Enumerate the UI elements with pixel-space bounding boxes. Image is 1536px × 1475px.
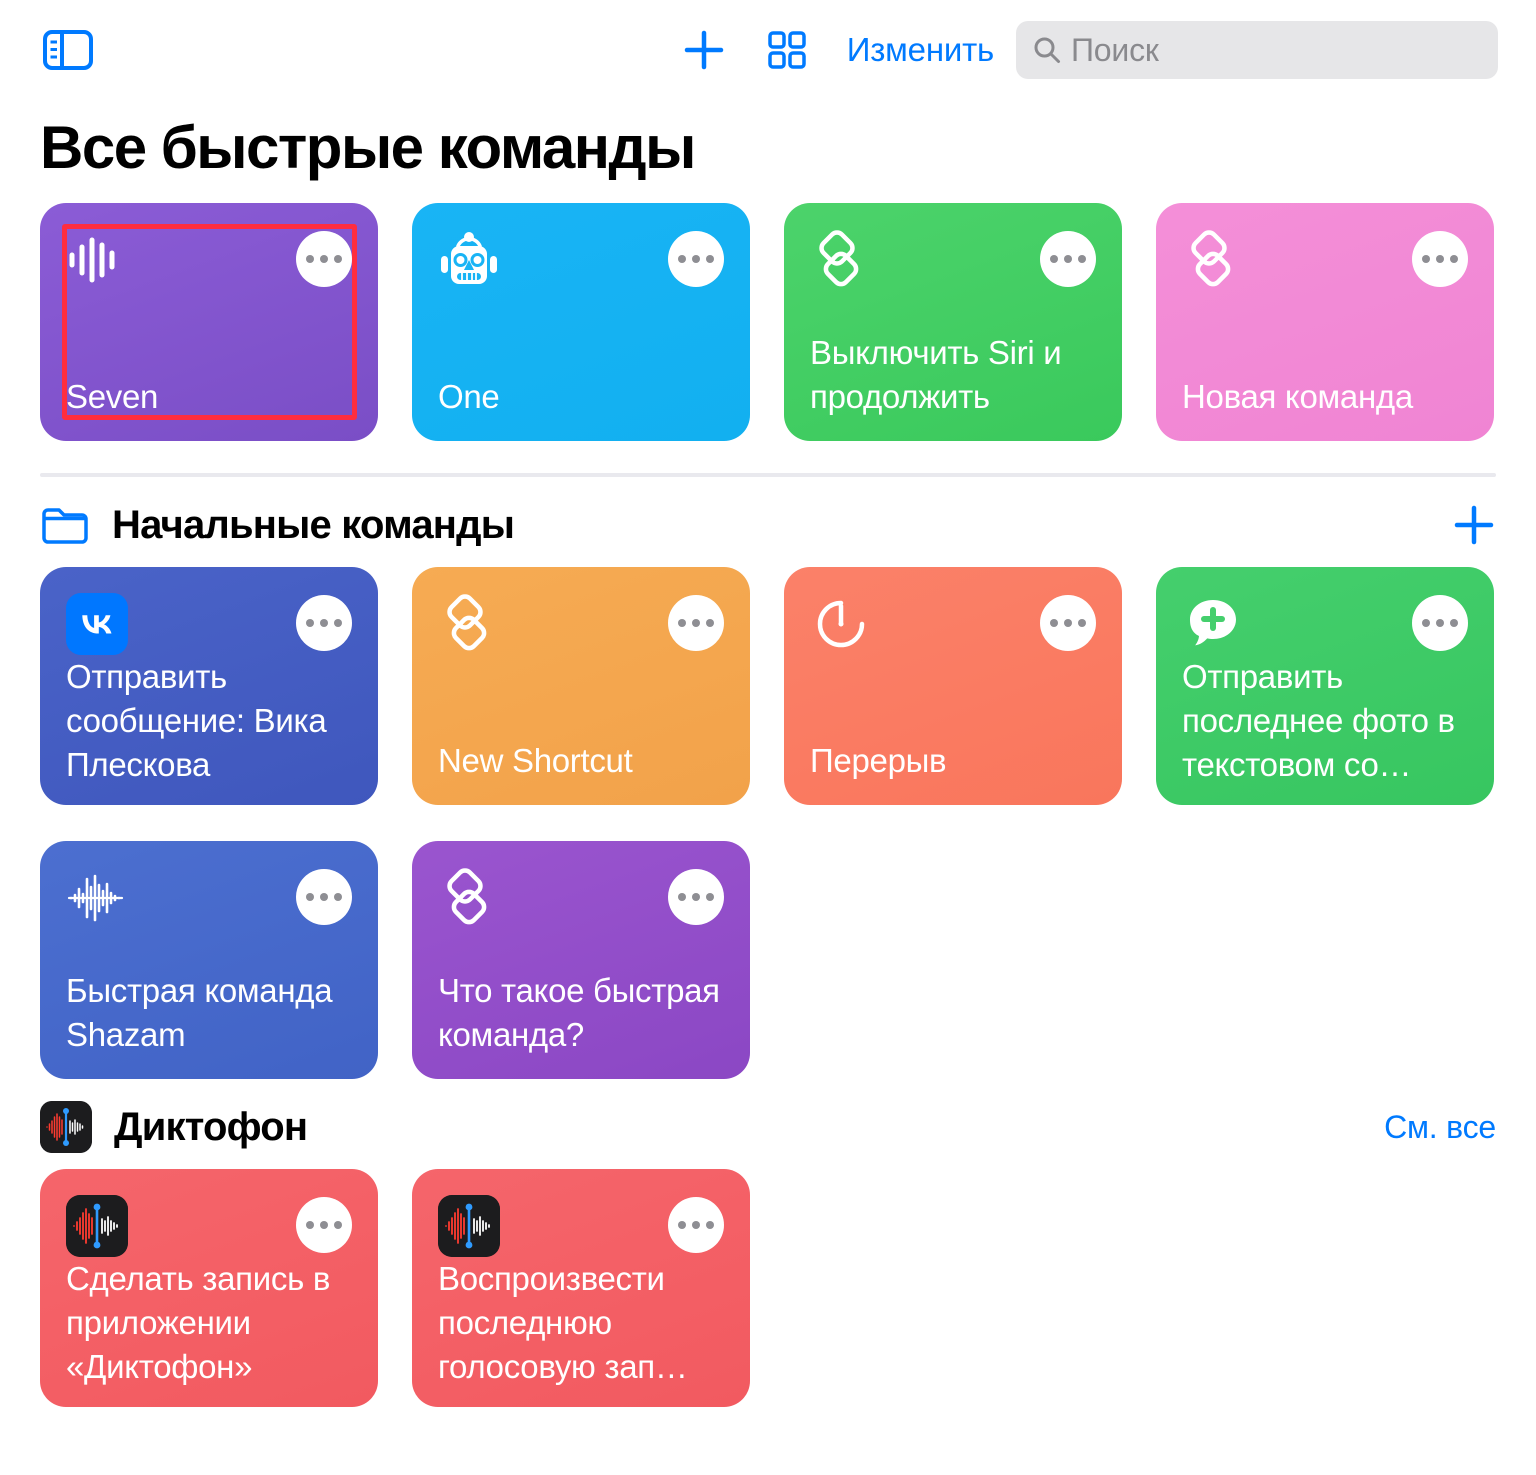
folder-icon <box>42 508 88 544</box>
shortcut-card[interactable]: New Shortcut <box>412 567 750 806</box>
section-header-starter: Начальные команды <box>0 483 1536 567</box>
shortcut-card[interactable]: Быстрая команда Shazam <box>40 841 378 1080</box>
waveform-bars-icon <box>69 237 115 283</box>
grid-view-button[interactable] <box>743 20 831 80</box>
shortcut-card[interactable]: Отправить сообщение: Вика Плескова <box>40 567 378 806</box>
shortcut-title: Seven <box>66 378 159 416</box>
card-icon <box>66 229 128 291</box>
see-all-link[interactable]: См. все <box>1384 1109 1496 1146</box>
sidebar-toggle-icon <box>43 30 93 70</box>
shortcuts-layers-icon <box>447 594 487 651</box>
shortcuts-layers-icon <box>819 230 859 287</box>
shortcut-title: Перерыв <box>810 742 947 780</box>
add-shortcut-button[interactable] <box>665 20 743 80</box>
card-icon <box>66 593 128 656</box>
shortcut-title: New Shortcut <box>438 742 633 780</box>
shortcut-title: Отправить последнее фото в текстовом со… <box>1182 658 1455 783</box>
card-icon <box>438 867 500 929</box>
shortcut-card[interactable]: Воспроизвести последнюю голосовую зап… <box>412 1169 750 1408</box>
shortcut-card[interactable]: One <box>412 203 750 442</box>
card-more-button[interactable] <box>1040 595 1096 652</box>
card-more-button[interactable] <box>296 231 352 288</box>
edit-button[interactable]: Изменить <box>831 31 1016 69</box>
shortcut-title: Быстрая команда Shazam <box>66 972 333 1054</box>
card-more-button[interactable] <box>668 595 724 652</box>
shortcut-card[interactable]: Что такое быстрая команда? <box>412 841 750 1080</box>
card-more-button[interactable] <box>668 1197 724 1254</box>
card-more-button[interactable] <box>1412 231 1468 288</box>
shortcuts-layers-icon <box>1191 230 1231 287</box>
timer-icon <box>817 600 865 648</box>
plus-icon <box>684 30 723 70</box>
card-icon <box>1182 593 1244 655</box>
starter-shortcuts-grid: Отправить сообщение: Вика Плескова New S… <box>0 567 1536 1080</box>
section-title: Начальные команды <box>112 502 515 547</box>
grid-view-icon <box>767 31 806 69</box>
card-more-button[interactable] <box>296 595 352 652</box>
card-icon <box>66 1195 128 1258</box>
card-more-button[interactable] <box>296 1197 352 1254</box>
voice-memos-grid: Сделать запись в приложении «Диктофон» В… <box>0 1169 1536 1408</box>
search-field[interactable]: Поиск <box>1016 21 1498 79</box>
plus-icon <box>1454 505 1494 545</box>
card-more-button[interactable] <box>1412 595 1468 652</box>
shortcut-card[interactable]: Перерыв <box>784 567 1122 806</box>
voice-memos-app-icon <box>66 1195 128 1258</box>
card-more-button[interactable] <box>296 869 352 926</box>
voice-memos-app-icon <box>438 1195 500 1258</box>
card-icon <box>438 593 500 655</box>
message-plus-icon <box>1190 600 1236 646</box>
shortcut-card[interactable]: Новая команда <box>1156 203 1494 442</box>
card-icon <box>810 593 872 655</box>
sidebar-toggle-button[interactable] <box>42 29 94 71</box>
add-to-folder-button[interactable] <box>1452 503 1496 547</box>
shortcut-title: Сделать запись в приложении «Диктофон» <box>66 1260 331 1385</box>
page-title: Все быстрые команды <box>40 114 696 181</box>
section-header-voice-memos: Диктофон См. все <box>0 1085 1536 1169</box>
shortcut-card[interactable]: Сделать запись в приложении «Диктофон» <box>40 1169 378 1408</box>
card-icon <box>66 867 128 929</box>
voice-memos-app-icon <box>40 1101 92 1154</box>
card-icon <box>810 229 872 291</box>
card-icon <box>438 1195 500 1258</box>
card-more-button[interactable] <box>668 869 724 926</box>
section-divider <box>40 473 1496 478</box>
shortcut-title: Новая команда <box>1182 378 1413 416</box>
card-icon <box>1182 229 1244 291</box>
all-shortcuts-grid: Seven One Выключить Siri и продолжить Но… <box>0 203 1536 442</box>
shortcut-card[interactable]: Seven <box>40 203 378 442</box>
search-icon <box>1034 37 1060 63</box>
search-placeholder: Поиск <box>1071 31 1159 68</box>
shortcut-title: Что такое быстрая команда? <box>438 972 720 1054</box>
shortcut-title: Воспроизвести последнюю голосовую зап… <box>438 1260 688 1385</box>
card-more-button[interactable] <box>1040 231 1096 288</box>
toolbar-right-group: Изменить Поиск <box>665 20 1498 80</box>
toolbar: Изменить Поиск <box>0 0 1536 100</box>
shortcut-card[interactable]: Выключить Siri и продолжить <box>784 203 1122 442</box>
shazam-waveform-icon <box>67 874 124 922</box>
section-title: Диктофон <box>114 1104 308 1149</box>
shortcut-title: One <box>438 378 500 416</box>
card-more-button[interactable] <box>668 231 724 288</box>
shortcut-title: Выключить Siri и продолжить <box>810 334 1062 416</box>
shortcut-title: Отправить сообщение: Вика Плескова <box>66 658 327 783</box>
vk-icon <box>66 593 128 656</box>
card-icon <box>438 229 500 291</box>
robot-icon <box>441 232 497 285</box>
shortcut-card[interactable]: Отправить последнее фото в текстовом со… <box>1156 567 1494 806</box>
shortcuts-layers-icon <box>447 868 487 925</box>
